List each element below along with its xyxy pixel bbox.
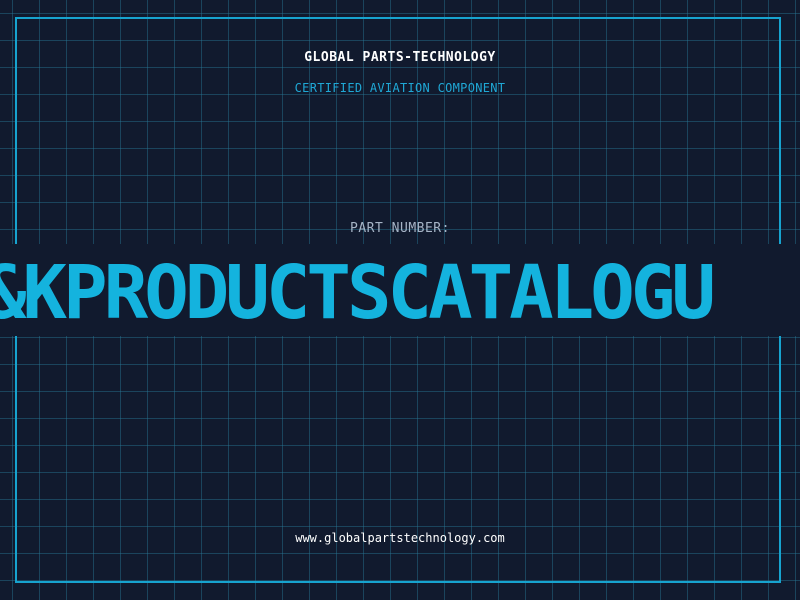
certification-subtitle: CERTIFIED AVIATION COMPONENT [294, 81, 506, 95]
label-card: GLOBAL PARTS-TECHNOLOGY CERTIFIED AVIATI… [0, 0, 800, 600]
part-number-band: &KPRODUCTSCATALOGU [0, 244, 800, 336]
company-name: GLOBAL PARTS-TECHNOLOGY [304, 50, 496, 65]
website-url: www.globalpartstechnology.com [295, 531, 505, 545]
part-number-label: PART NUMBER: [350, 221, 450, 236]
part-number-value: &KPRODUCTSCATALOGU [0, 250, 716, 336]
